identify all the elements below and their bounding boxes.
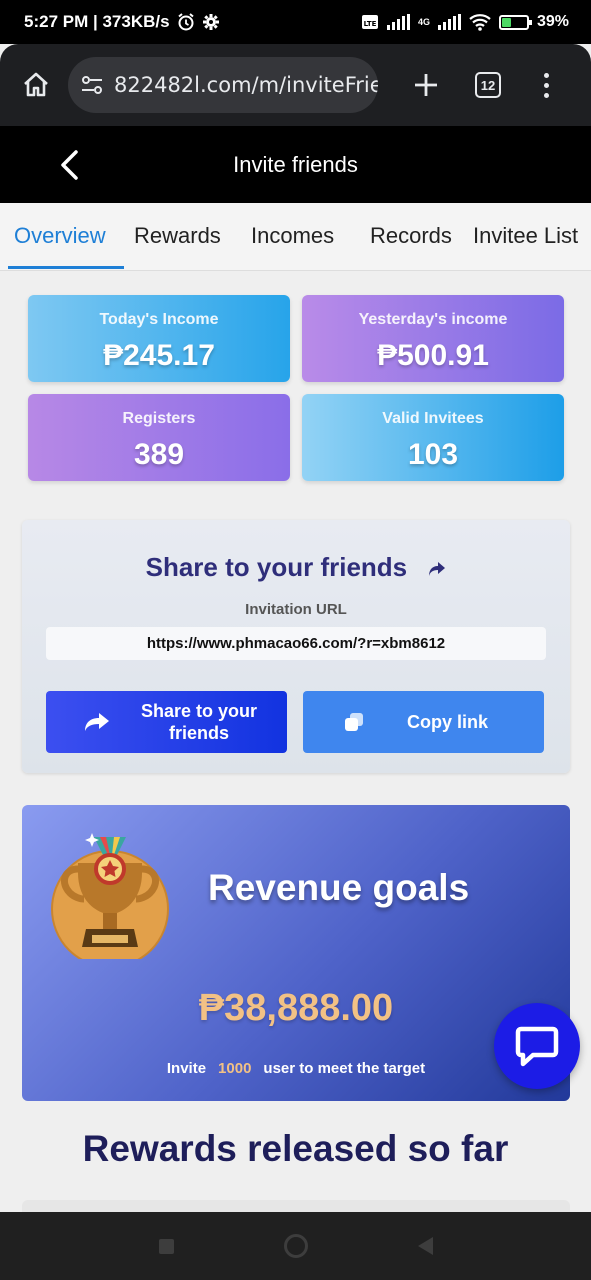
system-nav-bar — [0, 1212, 591, 1280]
signal-bars-icon-2 — [437, 14, 461, 30]
chat-bubble-icon — [515, 1026, 559, 1067]
settings-gear-icon — [202, 14, 219, 30]
network-type-label: 4G — [417, 16, 430, 27]
stat-value: ₱500.91 — [377, 339, 489, 372]
tab-switcher-button[interactable]: 12 — [462, 59, 514, 111]
svg-text:LTE: LTE — [364, 20, 377, 28]
address-bar[interactable]: 822482l.com/m/inviteFriend — [68, 57, 378, 113]
browser-toolbar: 822482l.com/m/inviteFriend 12 — [0, 44, 591, 126]
browser-menu-button[interactable] — [520, 59, 572, 111]
stat-value: ₱245.17 — [103, 339, 215, 372]
active-tab-indicator — [8, 266, 124, 269]
home-button[interactable] — [16, 65, 56, 105]
copy-button-label: Copy link — [407, 711, 489, 732]
stat-card-valid-invitees: Valid Invitees 103 — [302, 394, 564, 481]
home-icon — [24, 72, 48, 97]
alarm-icon — [177, 13, 194, 31]
revenue-goals-panel: Revenue goals ₱38,888.00 Invite 1000 user … — [22, 805, 570, 1101]
stat-card-yesterday-income: Yesterday's income ₱500.91 — [302, 295, 564, 382]
back-nav-icon[interactable] — [417, 1237, 433, 1255]
share-arrow-icon — [429, 562, 446, 577]
share-to-friends-button[interactable]: Share to your friends — [46, 691, 287, 753]
wifi-icon — [469, 14, 491, 31]
stat-label: Valid Invitees — [382, 410, 484, 427]
stat-card-registers: Registers 389 — [28, 394, 290, 481]
note-prefix: Invite — [166, 1060, 207, 1077]
page-header: Invite friends — [0, 126, 591, 203]
tab-invitee-list[interactable]: Invitee List — [473, 223, 578, 249]
stat-label: Yesterday's income — [358, 311, 508, 328]
note-suffix: user to meet the target — [263, 1060, 426, 1077]
tab-incomes[interactable]: Incomes — [251, 223, 334, 249]
new-tab-button[interactable] — [400, 59, 452, 111]
status-bar: 5:27 PM | 373KB/s LTE 4G 39% — [0, 0, 591, 44]
battery-icon — [498, 14, 532, 30]
share-heading: Share to your friends — [22, 552, 570, 583]
stat-label: Today's Income — [99, 311, 219, 328]
tab-rewards[interactable]: Rewards — [134, 223, 221, 249]
stat-value: 389 — [133, 438, 185, 471]
revenue-goals-title: Revenue goals — [208, 867, 470, 908]
share-heading-text: Share to your friends — [145, 552, 408, 582]
revenue-goal-amount: ₱38,888.00 — [198, 987, 394, 1029]
signal-bars-icon-1 — [386, 14, 410, 30]
recents-icon[interactable] — [158, 1238, 174, 1254]
back-arrow-icon[interactable] — [56, 148, 84, 182]
live-chat-button[interactable] — [494, 1003, 580, 1089]
plus-icon — [415, 74, 437, 96]
note-count: 1000 — [218, 1060, 252, 1077]
volte-icon: LTE — [361, 15, 378, 29]
home-nav-icon[interactable] — [283, 1234, 308, 1258]
stat-label: Registers — [122, 410, 196, 427]
copy-link-button[interactable]: Copy link — [303, 691, 544, 753]
share-button-label: Share to your friends — [140, 701, 258, 743]
invitation-url-label: Invitation URL — [245, 601, 347, 618]
url-text: 822482l.com/m/inviteFriend — [114, 73, 378, 97]
battery-percent: 39% — [536, 13, 569, 30]
battery-fill — [501, 17, 512, 27]
revenue-goal-note: Invite 1000 user to meet the target — [22, 1060, 570, 1077]
share-panel: Share to your friends Invitation URL htt… — [22, 520, 570, 773]
trophy-icon — [51, 833, 169, 959]
tab-bar: Overview Rewards Incomes Records Invitee… — [0, 203, 591, 271]
page-title: Invite friends — [233, 151, 358, 177]
invitation-url-field[interactable]: https://www.phmacao66.com/?r=xbm8612 — [46, 627, 546, 660]
status-time-speed: 5:27 PM | 373KB/s — [24, 12, 170, 31]
stat-card-today-income: Today's Income ₱245.17 — [28, 295, 290, 382]
share-icon — [85, 713, 109, 731]
tab-records[interactable]: Records — [370, 223, 452, 249]
stat-value: 103 — [407, 438, 459, 471]
tab-overview[interactable]: Overview — [14, 223, 106, 249]
rewards-released-heading: Rewards released so far — [82, 1128, 509, 1169]
copy-icon — [345, 713, 363, 731]
more-vert-icon — [543, 72, 549, 98]
tab-count: 12 — [475, 72, 501, 98]
site-settings-icon[interactable] — [80, 74, 104, 96]
